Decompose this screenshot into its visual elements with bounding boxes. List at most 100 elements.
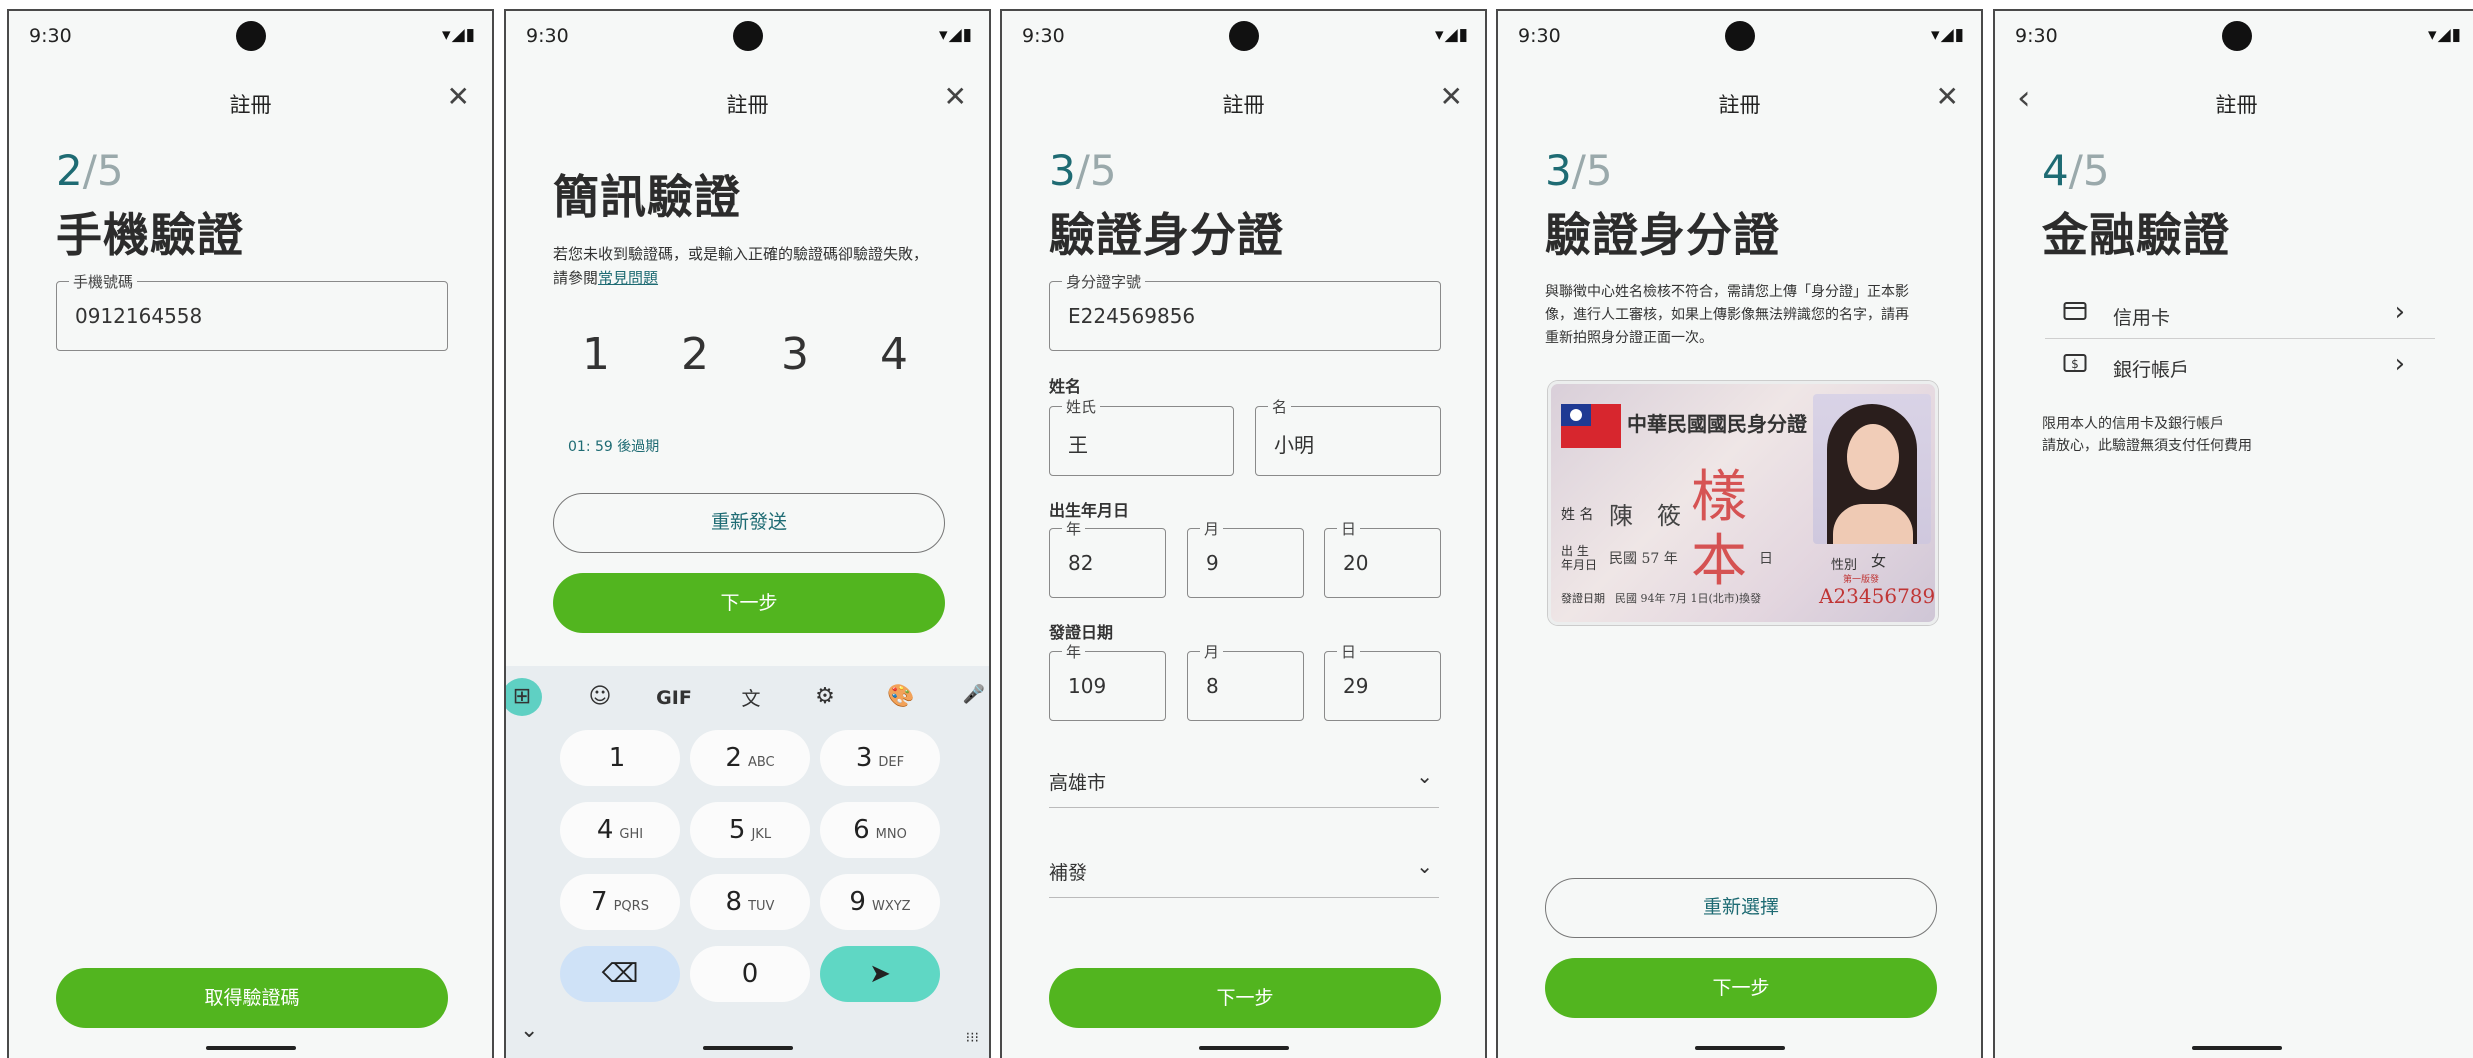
apps-grid-icon[interactable]: ⊞ [506, 678, 542, 716]
phone-number-label: 手機號碼 [69, 271, 138, 292]
city-value: 高雄市 [1049, 772, 1107, 794]
key-3[interactable]: 3 DEF [820, 730, 940, 786]
dob-month-value: 9 [1206, 551, 1219, 575]
list-item-bank-account[interactable]: $ 銀行帳戶 › [2045, 341, 2435, 391]
status-icons: ▾◢▮ [1931, 25, 1965, 45]
next-button[interactable]: 下一步 [1049, 968, 1441, 1028]
issue-month-field[interactable]: 月 8 [1187, 641, 1304, 721]
dob-year-label: 年 [1062, 518, 1086, 539]
otp-digit-1[interactable]: 1 [576, 329, 616, 380]
city-select[interactable]: 高雄市 ⌄ [1049, 752, 1439, 808]
instructions-line-3: 重新拍照身分證正面一次。 [1545, 330, 1713, 346]
close-icon[interactable]: ✕ [447, 83, 470, 111]
page-title: 註冊 [1718, 93, 1761, 117]
heading: 手機驗證 [56, 208, 244, 262]
bank-icon: $ [2063, 353, 2087, 378]
card-day-label: 日 [1759, 551, 1773, 567]
microphone-icon[interactable]: 🎤 [956, 684, 989, 705]
send-key[interactable]: ➤ [820, 946, 940, 1002]
dob-day-field[interactable]: 日 20 [1324, 518, 1441, 598]
chevron-down-icon: ⌄ [1416, 764, 1433, 788]
home-indicator[interactable] [1694, 1046, 1785, 1050]
id-card-image[interactable]: 中華民國國民身分證 姓 名 陳 筱 樣本 出 生 年月日 民國 57 年 日 性… [1548, 381, 1938, 625]
key-4[interactable]: 4 GHI [560, 802, 680, 858]
close-icon[interactable]: ✕ [944, 83, 967, 111]
home-indicator[interactable] [205, 1046, 296, 1050]
issue-year-label: 年 [1062, 641, 1086, 662]
surname-value: 王 [1068, 433, 1088, 457]
card-name-label: 姓 名 [1561, 507, 1594, 523]
next-button[interactable]: 下一步 [1545, 958, 1937, 1018]
dob-day-label: 日 [1337, 518, 1361, 539]
close-icon[interactable]: ✕ [1440, 83, 1463, 111]
issue-day-field[interactable]: 日 29 [1324, 641, 1441, 721]
home-indicator[interactable] [1198, 1046, 1289, 1050]
id-number-field[interactable]: 身分證字號 E224569856 [1049, 271, 1441, 351]
close-icon[interactable]: ✕ [1936, 83, 1959, 111]
otp-digit-2[interactable]: 2 [675, 329, 715, 380]
faq-link[interactable]: 常見問題 [598, 269, 658, 287]
key-1[interactable]: 1 [560, 730, 680, 786]
given-name-label: 名 [1268, 396, 1292, 417]
reselect-button[interactable]: 重新選擇 [1545, 878, 1937, 938]
given-name-value: 小明 [1274, 433, 1314, 457]
issue-section-label: 發證日期 [1049, 623, 1114, 642]
list-item-credit-card[interactable]: 信用卡 › [2045, 289, 2435, 339]
upload-instructions: 與聯徵中心姓名檢核不符合，需請您上傳「身分證」正本影 像，進行人工審核，如果上傳… [1545, 281, 1909, 350]
screen-phone-verification: 9:30 ▾◢▮ 註冊 ✕ 2/5 手機驗證 手機號碼 0912164558 取… [7, 9, 494, 1058]
status-bar: 9:30 ▾◢▮ [1498, 11, 1981, 61]
id-number-value: E224569856 [1068, 304, 1196, 328]
otp-digit-3[interactable]: 3 [775, 329, 815, 380]
card-sex-label: 性別 [1831, 558, 1858, 573]
key-2[interactable]: 2 ABC [690, 730, 810, 786]
dob-section-label: 出生年月日 [1049, 501, 1130, 520]
status-icons: ▾◢▮ [2428, 25, 2462, 45]
settings-icon[interactable]: ⚙ [807, 684, 843, 709]
name-section-label: 姓名 [1049, 377, 1082, 396]
key-0[interactable]: 0 [690, 946, 810, 1002]
status-time: 9:30 [2015, 25, 2058, 47]
status-time: 9:30 [1518, 25, 1561, 47]
palette-icon[interactable]: 🎨 [883, 684, 919, 709]
get-code-button[interactable]: 取得驗證碼 [56, 968, 448, 1028]
status-bar: 9:30 ▾◢▮ [1995, 11, 2473, 61]
keyboard-grid-icon[interactable]: ⁝⁝⁝ [966, 1030, 979, 1046]
home-indicator[interactable] [2191, 1046, 2282, 1050]
bank-account-label: 銀行帳戶 [2113, 359, 2190, 381]
status-icons: ▾◢▮ [939, 25, 973, 45]
step-indicator: 3/5 [1049, 146, 1117, 195]
otp-timer: 01: 59 後過期 [568, 439, 660, 455]
key-5[interactable]: 5 JKL [690, 802, 810, 858]
resend-button[interactable]: 重新發送 [553, 493, 945, 553]
sticker-icon[interactable]: ☺ [582, 684, 618, 709]
home-indicator[interactable] [702, 1046, 793, 1050]
surname-field[interactable]: 姓氏 王 [1049, 396, 1234, 476]
card-issue-value: 民國 94年 7月 1日(北市)換發 [1615, 592, 1762, 605]
dob-month-label: 月 [1200, 518, 1224, 539]
gif-icon[interactable]: GIF [656, 687, 692, 709]
camera-cutout [1724, 21, 1755, 51]
issue-year-field[interactable]: 年 109 [1049, 641, 1166, 721]
dob-year-field[interactable]: 年 82 [1049, 518, 1166, 598]
dob-month-field[interactable]: 月 9 [1187, 518, 1304, 598]
backspace-key[interactable]: ⌫ [560, 946, 680, 1002]
dob-day-value: 20 [1343, 551, 1369, 575]
status-bar: 9:30 ▾◢▮ [1002, 11, 1485, 61]
sample-stamp: 樣本 [1691, 465, 1747, 594]
otp-digit-4[interactable]: 4 [874, 329, 914, 380]
phone-number-field[interactable]: 手機號碼 0912164558 [56, 271, 448, 351]
next-button[interactable]: 下一步 [553, 573, 945, 633]
issue-type-select[interactable]: 補發 ⌄ [1049, 842, 1439, 898]
key-7[interactable]: 7 PQRS [560, 874, 680, 930]
hide-keyboard-icon[interactable]: ⌄ [520, 1018, 538, 1043]
translate-icon[interactable]: 文 [733, 684, 769, 711]
issue-month-value: 8 [1206, 674, 1219, 698]
heading: 簡訊驗證 [553, 170, 741, 224]
issue-year-value: 109 [1068, 674, 1107, 698]
key-9[interactable]: 9 WXYZ [820, 874, 940, 930]
key-8[interactable]: 8 TUV [690, 874, 810, 930]
chevron-right-icon: › [2394, 297, 2405, 327]
given-name-field[interactable]: 名 小明 [1255, 396, 1441, 476]
key-6[interactable]: 6 MNO [820, 802, 940, 858]
card-dob-value: 民國 57 年 [1609, 551, 1678, 567]
